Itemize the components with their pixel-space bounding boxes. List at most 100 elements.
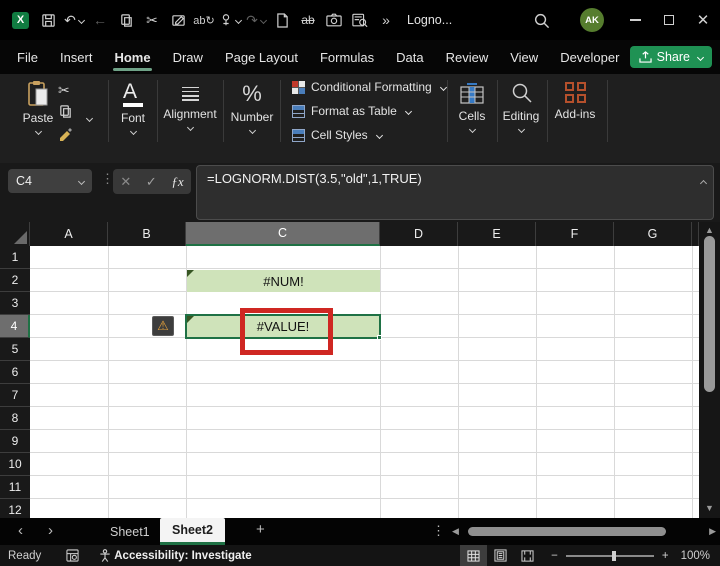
cancel-icon[interactable]: ✕ (120, 174, 131, 190)
copy-icon[interactable] (113, 7, 139, 33)
row-header-3[interactable]: 3 (0, 292, 30, 315)
share-dropdown-chevron-icon (696, 53, 705, 61)
column-header-E[interactable]: E (458, 222, 536, 246)
vertical-scrollbar[interactable]: ▲ ▼ (699, 222, 720, 518)
scroll-up-icon[interactable]: ▲ (699, 225, 720, 235)
new-file-icon[interactable] (269, 7, 295, 33)
column-header-G[interactable]: G (614, 222, 692, 246)
insert-function-icon[interactable]: ƒx (171, 174, 183, 190)
macro-record-icon[interactable] (59, 545, 86, 566)
normal-view-button[interactable] (460, 545, 488, 566)
column-header-D[interactable]: D (380, 222, 458, 246)
tab-developer[interactable]: Developer (549, 44, 630, 71)
minimize-button[interactable] (618, 6, 652, 34)
hscroll-left-icon[interactable]: ◀ (452, 526, 459, 537)
cells-group-button[interactable]: Cells (451, 82, 493, 134)
font-group-button[interactable]: A Font (113, 81, 153, 136)
tab-data[interactable]: Data (385, 44, 434, 71)
row-header-1[interactable]: 1 (0, 246, 30, 269)
row-header-9[interactable]: 9 (0, 430, 30, 453)
copy-dropdown-chevron-icon[interactable] (84, 108, 94, 126)
hscroll-right-icon[interactable]: ▶ (709, 526, 716, 537)
row-header-2[interactable]: 2 (0, 269, 30, 292)
sheet-nav-prev-icon[interactable]: ‹ (18, 522, 23, 539)
format-as-table-button[interactable]: Format as Table (292, 104, 412, 118)
camera-icon[interactable] (321, 7, 347, 33)
zoom-in-button[interactable]: + (662, 550, 669, 562)
back-arrow-icon[interactable]: ← (87, 7, 113, 33)
touch-mouse-mode-icon[interactable] (217, 7, 243, 33)
edit-icon[interactable] (165, 7, 191, 33)
formula-bar-collapse-icon[interactable] (698, 173, 708, 191)
paste-button[interactable]: Paste (18, 80, 58, 136)
excel-logo-icon[interactable]: X (12, 11, 29, 29)
tab-page-layout[interactable]: Page Layout (214, 44, 309, 71)
error-warning-button[interactable]: ⚠ (152, 316, 174, 336)
row-header-8[interactable]: 8 (0, 407, 30, 430)
conditional-formatting-button[interactable]: Conditional Formatting (292, 80, 447, 94)
editing-group-button[interactable]: Editing (499, 82, 543, 134)
close-button[interactable]: ✕ (686, 6, 720, 34)
cell-C2[interactable]: #NUM! (187, 270, 380, 292)
scroll-down-icon[interactable]: ▼ (699, 503, 720, 513)
column-header-F[interactable]: F (536, 222, 614, 246)
tab-home[interactable]: Home (103, 44, 161, 71)
row-header-12[interactable]: 12 (0, 499, 30, 518)
copy-button[interactable] (58, 104, 73, 119)
formula-input[interactable]: =LOGNORM.DIST(3.5,"old",1,TRUE) (196, 165, 714, 220)
tab-insert[interactable]: Insert (49, 44, 104, 71)
zoom-slider-thumb[interactable] (611, 550, 616, 561)
addins-button[interactable]: Add-ins (551, 82, 599, 121)
sheet-nav-next-icon[interactable]: › (48, 522, 53, 539)
tab-file[interactable]: File (6, 44, 49, 71)
redo-icon[interactable]: ↷ (243, 7, 269, 33)
column-header-B[interactable]: B (108, 222, 186, 246)
qat-overflow-icon[interactable]: » (373, 7, 399, 33)
tab-formulas[interactable]: Formulas (309, 44, 385, 71)
row-header-4[interactable]: 4 (0, 315, 30, 338)
tab-review[interactable]: Review (435, 44, 500, 71)
sheet-grid[interactable]: A B C D E F G 1 2 3 4 5 6 7 8 9 10 11 12… (0, 222, 699, 518)
name-box[interactable]: C4 (8, 169, 92, 193)
column-header-C[interactable]: C (186, 222, 380, 246)
replace-icon[interactable]: ab↻ (191, 7, 217, 33)
search-icon[interactable] (528, 7, 554, 33)
row-header-10[interactable]: 10 (0, 453, 30, 476)
horizontal-scroll-thumb[interactable] (468, 527, 666, 536)
page-layout-view-button[interactable] (487, 545, 514, 566)
vertical-scroll-thumb[interactable] (704, 236, 715, 392)
strikethrough-icon[interactable]: ab (295, 7, 321, 33)
alignment-group-button[interactable]: Alignment (162, 84, 218, 132)
add-sheet-icon[interactable]: + (256, 521, 265, 538)
format-painter-button[interactable] (58, 126, 74, 142)
sheet-tab-sheet2[interactable]: Sheet2 (160, 518, 225, 545)
row-header-5[interactable]: 5 (0, 338, 30, 361)
zoom-level[interactable]: 100% (681, 550, 710, 562)
avatar[interactable]: AK (580, 8, 604, 32)
share-button[interactable]: Share (629, 46, 712, 68)
document-search-icon[interactable] (347, 7, 373, 33)
row-header-6[interactable]: 6 (0, 361, 30, 384)
row-header-11[interactable]: 11 (0, 476, 30, 499)
page-break-view-button[interactable] (514, 545, 541, 566)
save-icon[interactable] (35, 7, 61, 33)
row-header-7[interactable]: 7 (0, 384, 30, 407)
zoom-out-button[interactable]: − (551, 550, 558, 562)
column-header-A[interactable]: A (30, 222, 108, 246)
cut-icon[interactable]: ✂ (139, 7, 165, 33)
fill-handle[interactable] (377, 335, 382, 340)
accessibility-status[interactable]: Accessibility: Investigate (114, 550, 251, 562)
sheet-tab-sheet1[interactable]: Sheet1 (98, 518, 162, 545)
cut-button[interactable]: ✂ (58, 82, 70, 99)
tab-view[interactable]: View (499, 44, 549, 71)
horizontal-scrollbar[interactable]: ◀ ▶ (452, 524, 716, 539)
tab-draw[interactable]: Draw (162, 44, 214, 71)
enter-icon[interactable]: ✓ (146, 174, 157, 190)
number-group-button[interactable]: % Number (228, 82, 276, 135)
sheet-more-icon[interactable]: ⋮ (432, 523, 445, 539)
zoom-slider[interactable] (565, 550, 654, 561)
select-all-corner[interactable] (0, 222, 30, 246)
cell-styles-button[interactable]: Cell Styles (292, 128, 383, 142)
maximize-button[interactable] (652, 6, 686, 34)
undo-icon[interactable]: ↶ (61, 7, 87, 33)
